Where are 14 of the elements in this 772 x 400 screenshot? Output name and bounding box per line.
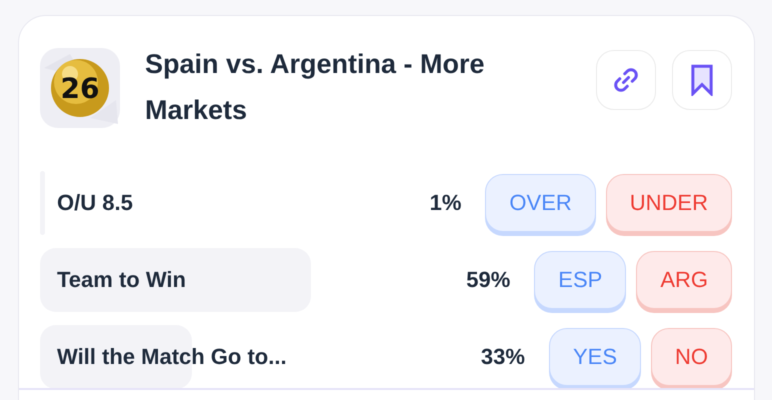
market-label: Will the Match Go to... <box>56 344 288 370</box>
link-icon <box>611 65 641 95</box>
market-label: O/U 8.5 <box>56 190 134 216</box>
market-percent: 33% <box>480 344 525 370</box>
option-button[interactable]: NO <box>651 328 732 386</box>
match-title: Spain vs. Argentina - More Markets <box>145 48 486 127</box>
ball-logo-icon: 26 <box>40 48 120 128</box>
market-label: Team to Win <box>56 266 187 292</box>
market-percent: 59% <box>466 266 510 292</box>
market-percent: 1% <box>430 190 462 216</box>
bookmark-button[interactable] <box>672 50 732 110</box>
option-button[interactable]: YES <box>548 328 641 386</box>
link-button[interactable] <box>596 50 656 110</box>
bookmark-icon <box>690 64 714 96</box>
